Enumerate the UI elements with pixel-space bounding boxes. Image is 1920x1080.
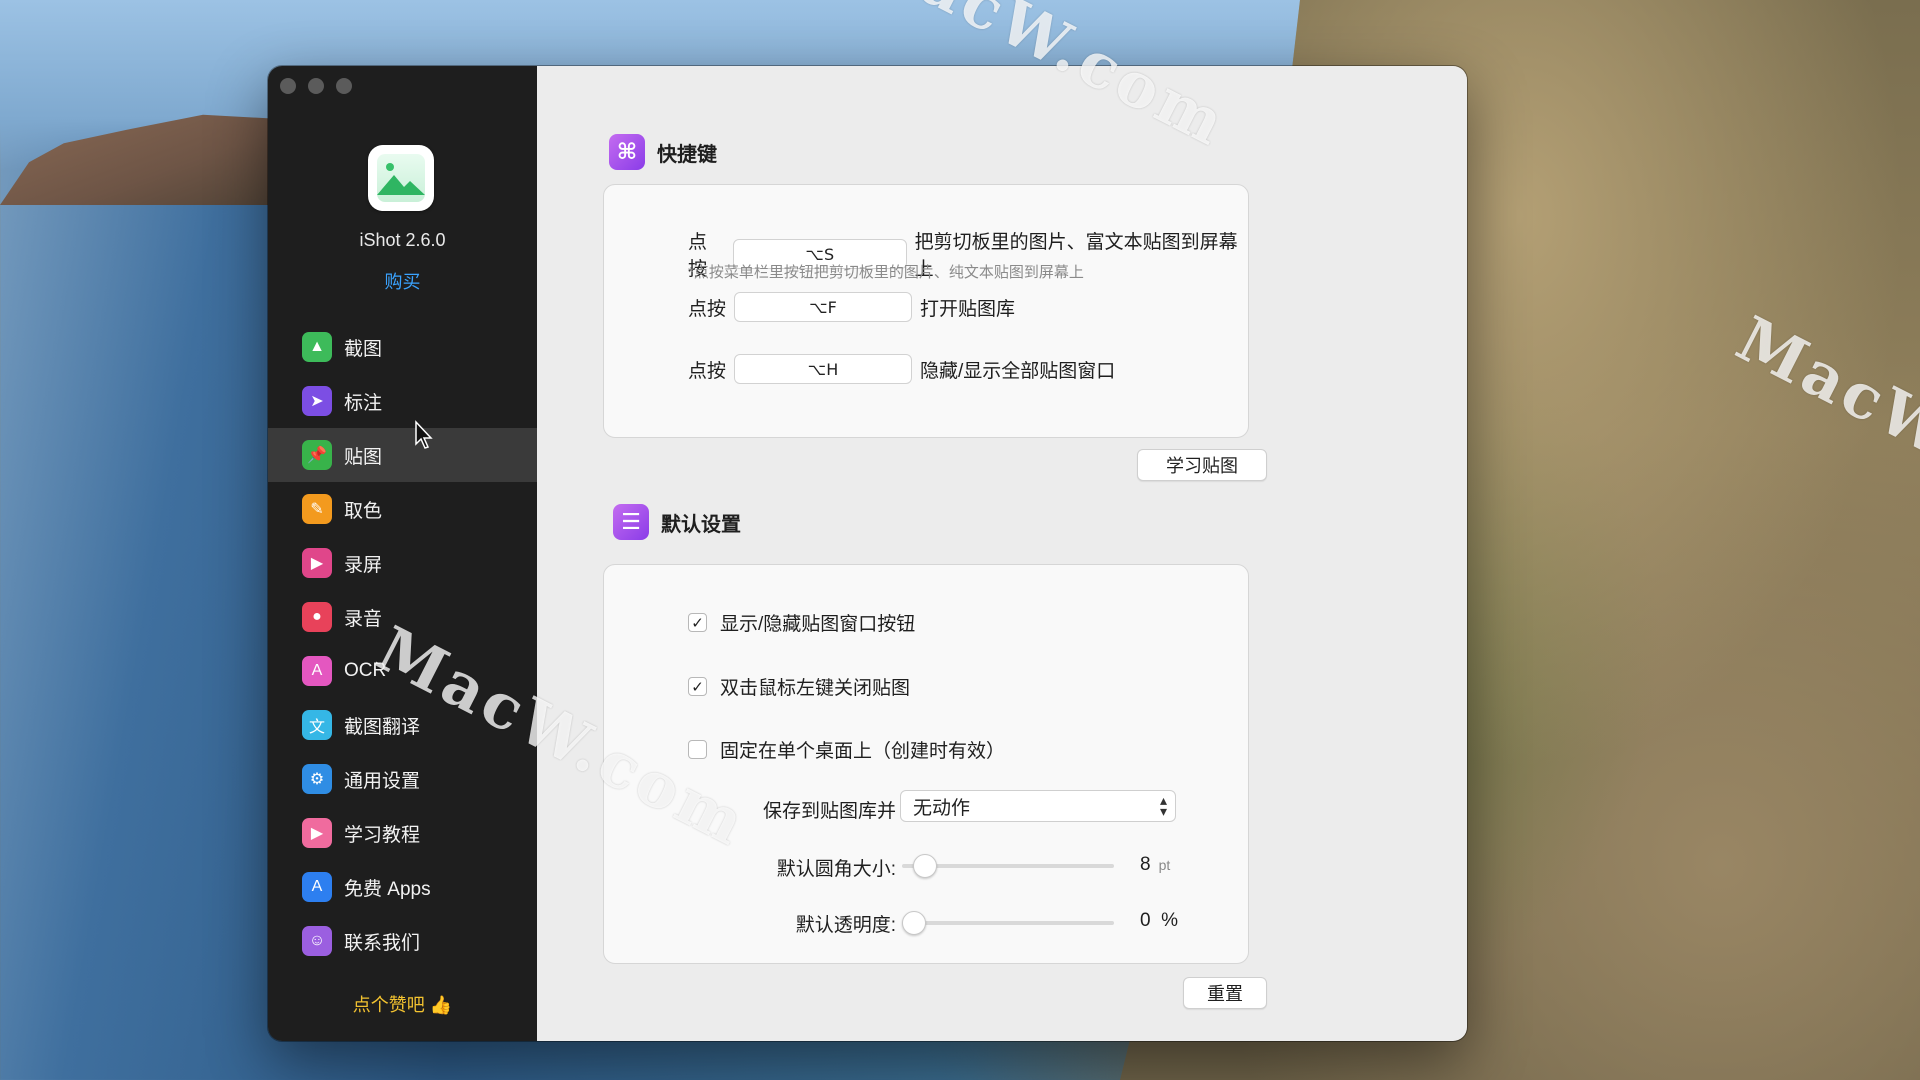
checkbox[interactable] <box>688 740 707 759</box>
sidebar-item[interactable]: A 免费 Apps <box>268 860 537 914</box>
mouse-cursor-icon <box>415 420 433 449</box>
close-button[interactable] <box>280 78 296 94</box>
shortcuts-title: ⌘ 快捷键 <box>609 134 717 170</box>
sidebar-item[interactable]: ▶ 学习教程 <box>268 806 537 860</box>
corner-radius-slider[interactable] <box>902 854 1114 878</box>
updown-chevron-icon: ▴ ▾ <box>1159 792 1167 819</box>
sidebar-item[interactable]: ▲ 截图 <box>268 320 537 374</box>
section-title-shortcuts: 快捷键 <box>657 143 717 166</box>
checkbox-fix-desktop[interactable]: 固定在单个桌面上（创建时有效） <box>688 736 1005 763</box>
pin-icon: 📌 <box>302 440 332 470</box>
shortcut-desc: 打开贴图库 <box>920 298 1016 320</box>
sidebar-item-label: 取色 <box>344 500 383 522</box>
checkbox-label: 双击鼠标左键关闭贴图 <box>720 678 911 699</box>
corner-radius-label: 默认圆角大小: <box>776 859 896 880</box>
opacity-label: 默认透明度: <box>795 915 896 936</box>
contacts-icon: ☺ <box>302 926 332 956</box>
sidebar-item-label: 录屏 <box>344 554 383 576</box>
minimize-button[interactable] <box>308 78 324 94</box>
slider-thumb[interactable] <box>913 854 938 878</box>
sidebar-item-label: 通用设置 <box>344 770 421 792</box>
shortcut-hint: *点按菜单栏里按钮把剪切板里的图片、纯文本贴图到屏幕上 <box>688 264 1084 281</box>
like-link[interactable]: 点个赞吧 👍 <box>268 991 537 1017</box>
sidebar-item[interactable]: ➤ 标注 <box>268 374 537 428</box>
ocr-icon: A <box>302 656 332 686</box>
checkbox[interactable]: ✓ <box>688 613 707 632</box>
shortcut-key-field[interactable]: ⌥H <box>734 354 913 384</box>
sidebar-item-label: 录音 <box>344 608 383 630</box>
sidebar-item[interactable]: ✎ 取色 <box>268 482 537 536</box>
checkbox-label: 固定在单个桌面上（创建时有效） <box>720 741 1006 762</box>
cursor-icon: ➤ <box>302 386 332 416</box>
sidebar-item[interactable]: ▶ 录屏 <box>268 536 537 590</box>
sidebar: iShot 2.6.0 购买 ▲ 截图 ➤ 标注 📌 贴图 ✎ 取色 ▶ 录屏 ● 录音 A OCR 文截图… <box>268 66 537 1041</box>
main-content: ⌘ 快捷键 点按 ⌥S 把剪切板里的图片、富文本贴图到屏幕上 *点按菜单栏里按钮… <box>537 66 1467 1041</box>
checkbox[interactable]: ✓ <box>688 677 707 696</box>
video-icon: ▶ <box>302 548 332 578</box>
shortcut-row: 点按 ⌥F 打开贴图库 <box>688 292 1015 322</box>
sidebar-item-label: 免费 Apps <box>344 878 431 900</box>
press-label: 点按 <box>688 298 727 320</box>
opacity-value-number: 0 <box>1140 910 1151 931</box>
select-value: 无动作 <box>913 797 971 819</box>
save-action-select[interactable]: 无动作 ▴ ▾ <box>900 790 1176 822</box>
eyedropper-icon: ✎ <box>302 494 332 524</box>
sidebar-item-label: 联系我们 <box>344 932 421 954</box>
shortcuts-card: 点按 ⌥S 把剪切板里的图片、富文本贴图到屏幕上 *点按菜单栏里按钮把剪切板里的… <box>603 184 1249 438</box>
corner-unit: pt <box>1158 857 1171 873</box>
press-label: 点按 <box>688 360 727 382</box>
image-icon: ▲ <box>302 332 332 362</box>
mic-icon: ● <box>302 602 332 632</box>
sidebar-item-label: 截图翻译 <box>344 716 421 738</box>
shortcut-key-field[interactable]: ⌥F <box>734 292 913 322</box>
shortcut-desc: 隐藏/显示全部贴图窗口 <box>920 360 1116 382</box>
sidebar-item[interactable]: 📌 贴图 <box>268 428 537 482</box>
app-window: iShot 2.6.0 购买 ▲ 截图 ➤ 标注 📌 贴图 ✎ 取色 ▶ 录屏 ● 录音 A OCR 文截图… <box>268 66 1467 1041</box>
translate-icon: 文 <box>302 710 332 740</box>
checkbox-double-click-close[interactable]: ✓ 双击鼠标左键关闭贴图 <box>688 673 910 700</box>
gear-icon: ⚙ <box>302 764 332 794</box>
section-title-defaults: 默认设置 <box>661 513 741 536</box>
checkbox-label: 显示/隐藏贴图窗口按钮 <box>720 614 916 635</box>
slider-thumb[interactable] <box>902 911 926 935</box>
opacity-value: 0 % <box>1140 910 1178 932</box>
reset-button[interactable]: 重置 <box>1183 977 1267 1009</box>
shortcut-row: 点按 ⌥H 隐藏/显示全部贴图窗口 <box>688 354 1115 384</box>
app-logo-icon <box>368 145 434 211</box>
command-icon: ⌘ <box>609 134 645 170</box>
zoom-button[interactable] <box>336 78 352 94</box>
sidebar-item-label: 截图 <box>344 338 383 360</box>
sidebar-item-label: 标注 <box>344 392 383 414</box>
corner-value-number: 8 <box>1140 854 1151 875</box>
corner-radius-value: 8 pt <box>1140 854 1170 876</box>
checkbox-show-hide-button[interactable]: ✓ 显示/隐藏贴图窗口按钮 <box>688 609 915 636</box>
window-controls <box>280 78 352 94</box>
sidebar-item[interactable]: ☺ 联系我们 <box>268 914 537 968</box>
sliders-icon: ☰ <box>613 504 649 540</box>
opacity-unit: % <box>1161 910 1179 931</box>
sidebar-item[interactable]: ⚙ 通用设置 <box>268 752 537 806</box>
tutorial-icon: ▶ <box>302 818 332 848</box>
opacity-slider[interactable] <box>902 911 1114 935</box>
sidebar-item-label: 贴图 <box>344 446 383 468</box>
learn-pin-button[interactable]: 学习贴图 <box>1137 449 1267 481</box>
appstore-icon: A <box>302 872 332 902</box>
buy-link[interactable]: 购买 <box>268 268 537 294</box>
app-name: iShot 2.6.0 <box>359 230 446 250</box>
defaults-card: ✓ 显示/隐藏贴图窗口按钮 ✓ 双击鼠标左键关闭贴图 固定在单个桌面上（创建时有… <box>603 564 1249 964</box>
sidebar-item-label: 学习教程 <box>344 824 421 846</box>
defaults-title: ☰ 默认设置 <box>613 504 741 540</box>
